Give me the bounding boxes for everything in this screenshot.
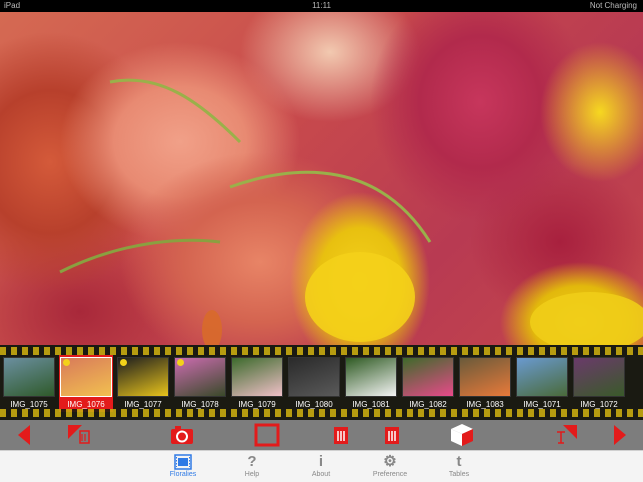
thumbnail-label: IMG_1079 [238, 400, 276, 409]
marked-dot-icon [63, 359, 70, 366]
status-bar: iPad 11:11 Not Charging [0, 0, 643, 12]
film-perforations-bottom [0, 409, 643, 417]
toolbar [0, 420, 643, 450]
filmstrip-thumbnail[interactable]: IMG_1075 [2, 355, 56, 412]
tab-floralies[interactable]: Floralies [153, 453, 213, 482]
tag-cube-icon[interactable] [449, 423, 475, 447]
filmstrip-thumbnail[interactable]: IMG_1071 [515, 355, 569, 412]
photo-artwork [59, 78, 643, 345]
camera-icon[interactable] [169, 423, 195, 447]
main-photo[interactable] [0, 12, 643, 345]
thumbnail-image [231, 357, 283, 397]
filmstrip-thumbnail[interactable]: IMG_1077 [116, 355, 170, 412]
thumbnail-label: IMG_1078 [181, 400, 219, 409]
thumbnail-image [288, 357, 340, 397]
thumbnail-row: IMG_1075 IMG_1076 IMG_1077 IMG_1078 IMG_1079… [0, 355, 643, 412]
help-icon: ? [247, 453, 257, 470]
status-battery: Not Charging [589, 1, 637, 10]
filmstrip-thumbnail[interactable]: IMG_1081 [344, 355, 398, 412]
tab-label: Floralies [169, 471, 197, 478]
filmstrip-thumbnail[interactable]: IMG_1072 [572, 355, 626, 412]
filmstrip-icon [153, 453, 213, 471]
tab-help[interactable]: ? Help [222, 453, 282, 482]
filmstrip-thumbnail[interactable]: IMG_1076 [59, 355, 113, 412]
thumbnail-label: IMG_1080 [295, 400, 333, 409]
thumbnail-image [345, 357, 397, 397]
info-icon: i [318, 453, 324, 470]
tab-label: Help [244, 471, 260, 478]
tab-label: About [311, 471, 331, 478]
filmstrip-thumbnail[interactable]: IMG_1082 [401, 355, 455, 412]
film-perforations-top [0, 347, 643, 355]
marked-dot-icon [177, 359, 184, 366]
thumbnail-image [459, 357, 511, 397]
thumbnail-image [516, 357, 568, 397]
tab-about[interactable]: i About [291, 453, 351, 482]
status-time: 11:11 [312, 1, 331, 10]
previous-arrow-icon[interactable] [14, 423, 34, 447]
delete-left-icon[interactable] [332, 423, 350, 447]
next-arrow-icon[interactable] [610, 423, 630, 447]
tab-label: Tables [448, 471, 470, 478]
thumbnail-label: IMG_1072 [580, 400, 618, 409]
delete-right-icon[interactable] [383, 423, 401, 447]
gear-icon: ⚙ [383, 453, 397, 470]
thumbnail-label: IMG_1075 [10, 400, 48, 409]
filmstrip-thumbnail[interactable]: IMG_1080 [287, 355, 341, 412]
thumbnail-label: IMG_1076 [67, 400, 105, 409]
thumbnail-label: IMG_1077 [124, 400, 162, 409]
delete-corner-icon[interactable] [66, 423, 94, 447]
frame-icon[interactable] [254, 423, 280, 447]
thumbnail-label: IMG_1081 [352, 400, 390, 409]
thumbnail-image [402, 357, 454, 397]
thumbnail-label: IMG_1082 [409, 400, 447, 409]
tab-label: Preference [372, 471, 408, 478]
tab-tables[interactable]: t Tables [429, 453, 489, 482]
thumbnail-image [573, 357, 625, 397]
filmstrip-thumbnail[interactable]: IMG_1079 [230, 355, 284, 412]
tab-bar: Floralies ? Help i About ⚙ Preference t … [0, 450, 643, 482]
filmstrip-thumbnail[interactable]: IMG_1078 [173, 355, 227, 412]
marked-dot-icon [120, 359, 127, 366]
tables-icon: t [456, 453, 462, 470]
thumbnail-label: IMG_1071 [523, 400, 561, 409]
text-corner-icon[interactable] [553, 423, 579, 447]
thumbnail-image [3, 357, 55, 397]
filmstrip[interactable]: IMG_1075 IMG_1076 IMG_1077 IMG_1078 IMG_1079… [0, 345, 643, 420]
tab-preference[interactable]: ⚙ Preference [360, 453, 420, 482]
filmstrip-thumbnail[interactable]: IMG_1083 [458, 355, 512, 412]
thumbnail-label: IMG_1083 [466, 400, 504, 409]
